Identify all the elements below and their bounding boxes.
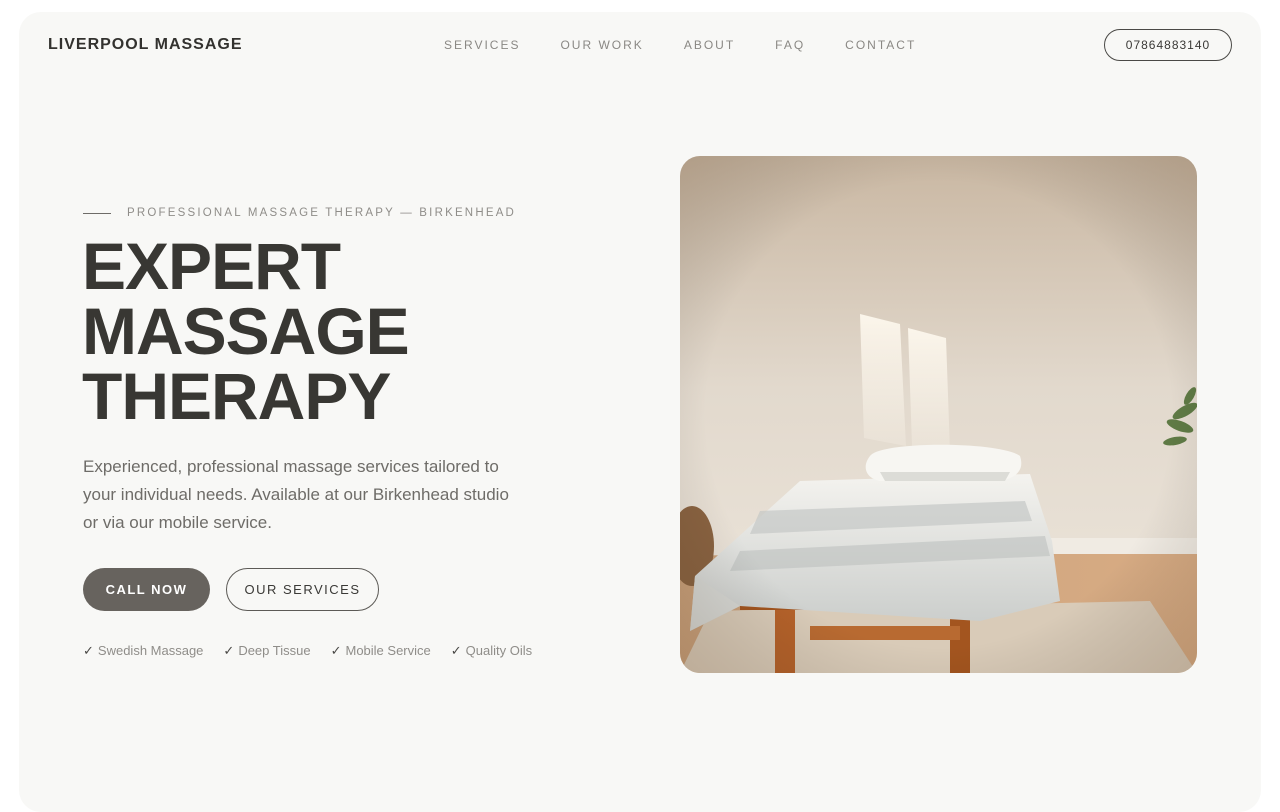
hero-image xyxy=(680,156,1197,673)
hero-eyebrow: PROFESSIONAL MASSAGE THERAPY — BIRKENHEA… xyxy=(83,207,516,219)
check-icon: ✓ xyxy=(450,643,462,658)
our-services-button[interactable]: OUR SERVICES xyxy=(226,568,379,611)
brand-logo[interactable]: LIVERPOOL MASSAGE xyxy=(48,36,243,54)
nav-faq[interactable]: FAQ xyxy=(775,38,805,52)
hero-lead: Experienced, professional massage servic… xyxy=(83,457,509,532)
feature-item: ✓ Quality Oils xyxy=(450,643,533,658)
nav-about[interactable]: ABOUT xyxy=(684,38,735,52)
check-icon: ✓ xyxy=(223,643,235,658)
eyebrow-divider xyxy=(83,212,111,214)
feature-item: ✓ Deep Tissue xyxy=(223,643,311,658)
feature-item: ✓ Mobile Service xyxy=(330,643,431,658)
phone-button[interactable]: 07864883140 xyxy=(1104,29,1232,61)
nav-contact[interactable]: CONTACT xyxy=(845,38,916,52)
check-icon: ✓ xyxy=(330,643,342,658)
feature-list: ✓ Swedish Massage ✓ Deep Tissue ✓ Mobile Se… xyxy=(83,643,552,659)
headline-line-3: THERAPY xyxy=(82,359,391,433)
eyebrow-text: PROFESSIONAL MASSAGE THERAPY — BIRKENHEA… xyxy=(127,207,517,219)
hero-headline: EXPERT MASSAGE THERAPY xyxy=(82,229,410,433)
feature-item: ✓ Swedish Massage xyxy=(83,643,204,658)
main-nav: SERVICES OUR WORK ABOUT FAQ CONTACT xyxy=(444,38,956,52)
check-icon: ✓ xyxy=(83,643,94,658)
headline-line-2: MASSAGE xyxy=(82,294,410,368)
nav-services[interactable]: SERVICES xyxy=(444,38,520,52)
nav-our-work[interactable]: OUR WORK xyxy=(560,38,643,52)
headline-line-1: EXPERT xyxy=(82,229,341,303)
call-now-button[interactable]: CALL NOW xyxy=(83,568,210,611)
